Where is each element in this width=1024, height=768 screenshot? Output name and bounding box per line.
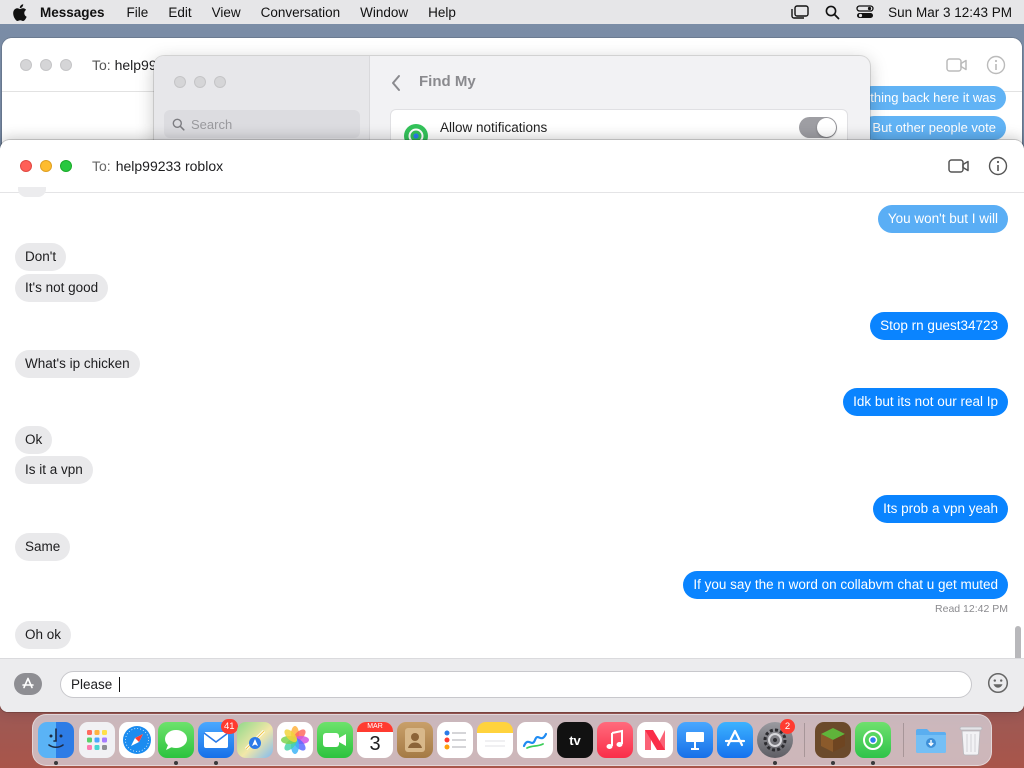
trash-icon[interactable] xyxy=(953,722,989,758)
running-indicator xyxy=(773,761,777,765)
calendar-day: 3 xyxy=(369,733,381,755)
bg-message-bubble: thing back here it was xyxy=(860,86,1006,110)
menu-bar: Messages File Edit View Conversation Win… xyxy=(0,0,1024,24)
message-input[interactable]: Please xyxy=(60,671,972,698)
bg-video-call-icon[interactable] xyxy=(946,57,968,76)
message-bubble-outgoing[interactable]: Stop rn guest34723 xyxy=(870,312,1008,340)
running-indicator xyxy=(214,761,218,765)
read-receipt: Read 12:42 PM xyxy=(935,603,1008,615)
find-my-dock-icon[interactable] xyxy=(855,722,891,758)
calendar-icon[interactable]: MAR 3 xyxy=(357,722,393,758)
app-store-dock-icon[interactable] xyxy=(717,722,753,758)
message-transcript[interactable]: You won't but I will Don't It's not good… xyxy=(0,187,1024,706)
calendar-month: MAR xyxy=(357,722,393,732)
notes-icon[interactable] xyxy=(477,722,513,758)
settings-update-badge: 2 xyxy=(780,719,795,734)
bg-message-bubble: But other people vote xyxy=(862,116,1006,140)
bg-info-icon[interactable] xyxy=(986,55,1006,78)
message-draft-text: Please xyxy=(71,677,117,692)
message-bubble-outgoing[interactable]: Its prob a vpn yeah xyxy=(873,495,1008,523)
message-bubble-outgoing[interactable]: Idk but its not our real Ip xyxy=(843,388,1008,416)
info-icon[interactable] xyxy=(988,156,1008,179)
video-call-icon[interactable] xyxy=(948,158,970,177)
settings-search-input[interactable]: Search xyxy=(164,110,360,138)
bg-to-label: To: xyxy=(92,57,111,73)
photos-icon[interactable] xyxy=(277,722,313,758)
finder-icon[interactable] xyxy=(38,722,74,758)
message-bubble-incoming[interactable]: Same xyxy=(15,533,71,561)
mail-unread-badge: 41 xyxy=(221,719,238,734)
downloads-folder-icon[interactable] xyxy=(913,722,949,758)
bg-window-traffic-lights[interactable] xyxy=(20,59,80,71)
conversation-header: To: help99233 roblox xyxy=(0,140,1024,193)
spotlight-search-icon[interactable] xyxy=(825,5,840,20)
stage-manager-icon[interactable] xyxy=(791,5,809,19)
dock-separator xyxy=(903,723,904,757)
control-center-icon[interactable] xyxy=(856,5,874,19)
messages-conversation-window: To: help99233 roblox You won't but I will… xyxy=(0,140,1024,712)
freeform-icon[interactable] xyxy=(517,722,553,758)
app-store-icon xyxy=(22,677,34,689)
to-label: To: xyxy=(92,158,111,174)
messages-icon[interactable] xyxy=(158,722,194,758)
safari-icon[interactable] xyxy=(119,722,155,758)
close-window-button[interactable] xyxy=(20,160,32,172)
dock-separator xyxy=(804,723,805,757)
menu-app-name[interactable]: Messages xyxy=(40,5,105,20)
message-bubble-incoming[interactable]: Don't xyxy=(15,243,67,271)
menu-help[interactable]: Help xyxy=(428,5,456,20)
message-composer: Please xyxy=(0,658,1024,712)
contacts-icon[interactable] xyxy=(397,722,433,758)
apple-menu-icon[interactable] xyxy=(12,3,40,21)
message-bubble-incoming[interactable]: Is it a vpn xyxy=(15,456,93,484)
menu-window[interactable]: Window xyxy=(360,5,408,20)
settings-traffic-lights[interactable] xyxy=(174,76,234,88)
apple-tv-label: tv xyxy=(569,732,581,748)
search-placeholder: Search xyxy=(191,116,233,132)
allow-notifications-toggle[interactable] xyxy=(799,117,837,138)
menu-view[interactable]: View xyxy=(212,5,241,20)
apple-tv-icon[interactable]: tv xyxy=(557,722,593,758)
back-chevron-icon[interactable] xyxy=(390,74,402,95)
zoom-window-button[interactable] xyxy=(60,160,72,172)
emoji-picker-icon[interactable] xyxy=(987,672,1009,697)
message-bubble-outgoing[interactable]: If you say the n word on collabvm chat u… xyxy=(683,571,1008,599)
running-indicator xyxy=(54,761,58,765)
menu-file[interactable]: File xyxy=(127,5,149,20)
maps-icon[interactable] xyxy=(237,722,273,758)
partial-message-bubble xyxy=(18,187,46,197)
bg-to-field: To: help99 xyxy=(92,57,157,73)
minecraft-icon[interactable] xyxy=(815,722,851,758)
menu-edit[interactable]: Edit xyxy=(168,5,191,20)
allow-notifications-label: Allow notifications xyxy=(440,120,548,135)
message-bubble-incoming[interactable]: Oh ok xyxy=(15,621,72,649)
settings-pane-title: Find My xyxy=(419,73,476,90)
read-receipt-time: 12:42 PM xyxy=(963,603,1008,615)
running-indicator xyxy=(831,761,835,765)
recipient-name: help99233 roblox xyxy=(115,158,224,174)
message-bubble-incoming[interactable]: It's not good xyxy=(15,274,109,302)
dock: 41 MAR 3 tv 2 xyxy=(32,714,992,766)
search-icon xyxy=(172,118,185,131)
bg-recipient: help99 xyxy=(114,57,157,73)
music-icon[interactable] xyxy=(597,722,633,758)
message-bubble-outgoing[interactable]: You won't but I will xyxy=(877,205,1008,233)
facetime-icon[interactable] xyxy=(317,722,353,758)
launchpad-icon[interactable] xyxy=(79,722,115,758)
running-indicator xyxy=(871,761,875,765)
running-indicator xyxy=(174,761,178,765)
news-icon[interactable] xyxy=(637,722,673,758)
text-caret xyxy=(119,677,121,692)
app-store-apps-button[interactable] xyxy=(14,673,42,695)
window-traffic-lights xyxy=(20,160,80,172)
message-bubble-incoming[interactable]: What's ip chicken xyxy=(15,350,140,378)
to-field[interactable]: To: help99233 roblox xyxy=(92,158,223,174)
keynote-icon[interactable] xyxy=(677,722,713,758)
menu-conversation[interactable]: Conversation xyxy=(261,5,341,20)
message-bubble-incoming[interactable]: Ok xyxy=(15,426,53,454)
reminders-icon[interactable] xyxy=(437,722,473,758)
minimize-window-button[interactable] xyxy=(40,160,52,172)
menu-clock[interactable]: Sun Mar 3 12:43 PM xyxy=(888,5,1012,20)
read-receipt-label: Read xyxy=(935,603,961,615)
